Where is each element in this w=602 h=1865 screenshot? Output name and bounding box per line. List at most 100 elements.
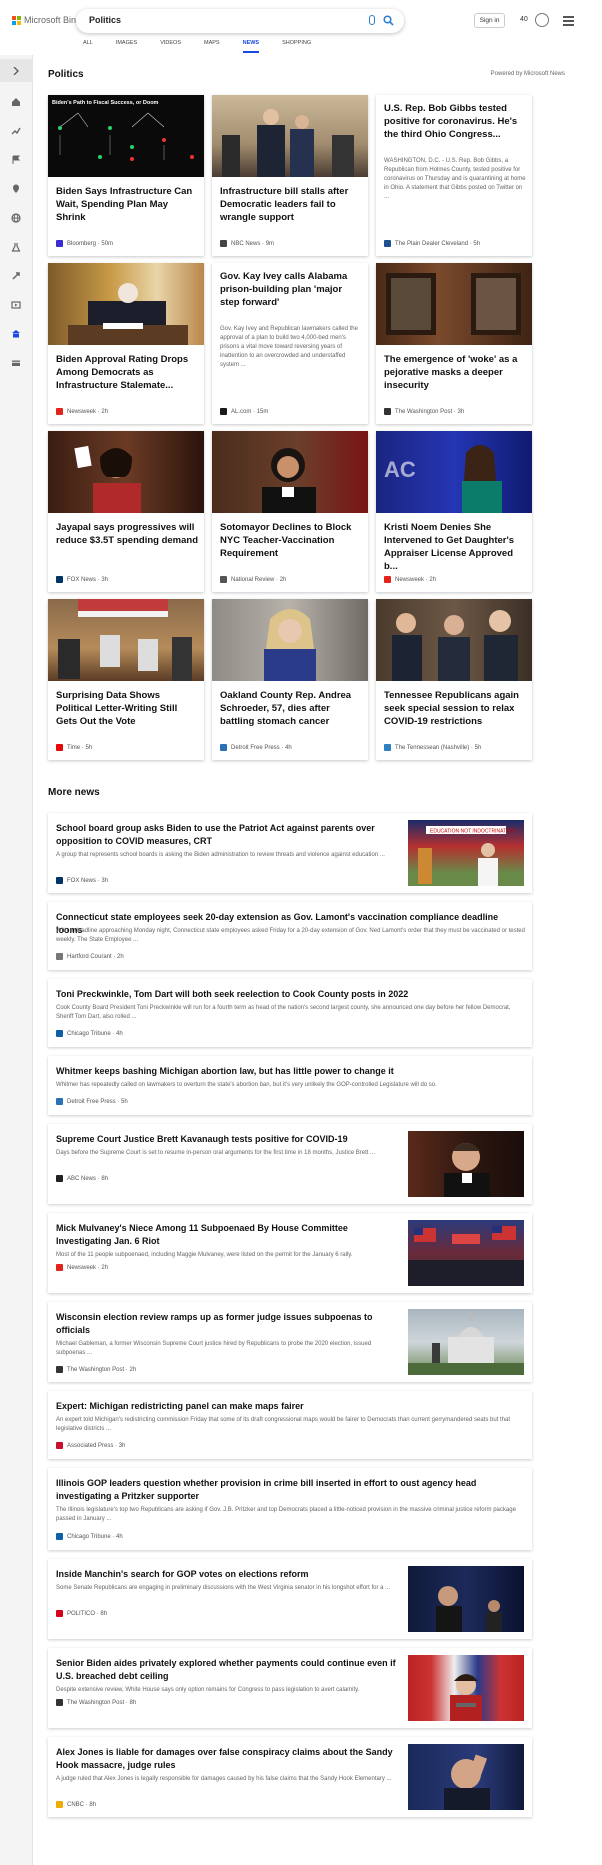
card-title[interactable]: Biden Says Infrastructure Can Wait, Spen… bbox=[56, 185, 198, 224]
rewards-count[interactable]: 40 bbox=[520, 16, 528, 23]
item-title[interactable]: Whitmer keeps bashing Michigan abortion … bbox=[56, 1065, 526, 1078]
news-card[interactable]: Oakland County Rep. Andrea Schroeder, 57… bbox=[212, 599, 368, 760]
card-title[interactable]: The emergence of 'woke' as a pejorative … bbox=[384, 353, 526, 392]
item-title[interactable]: Supreme Court Justice Brett Kavanaugh te… bbox=[56, 1133, 396, 1146]
search-box[interactable]: Politics bbox=[76, 9, 404, 33]
item-source[interactable]: POLITICO · 8h bbox=[56, 1610, 107, 1617]
globe-icon[interactable] bbox=[11, 213, 21, 223]
item-source[interactable]: Detroit Free Press · 5h bbox=[56, 1098, 128, 1105]
card-source[interactable]: The Washington Post · 3h bbox=[384, 408, 464, 415]
item-source[interactable]: Chicago Tribune · 4h bbox=[56, 1533, 123, 1540]
card-source[interactable]: Detroit Free Press · 4h bbox=[220, 744, 292, 751]
tab-shopping[interactable]: SHOPPING bbox=[282, 40, 311, 53]
card-title[interactable]: Gov. Kay Ivey calls Alabama prison-build… bbox=[220, 270, 362, 309]
card-source[interactable]: Newsweek · 2h bbox=[384, 576, 436, 583]
card-source[interactable]: NBC News · 9m bbox=[220, 240, 274, 247]
news-card[interactable]: Biden's Path to Fiscal Success, or Doom … bbox=[48, 95, 204, 256]
item-source[interactable]: Newsweek · 2h bbox=[56, 1264, 108, 1271]
more-news-item[interactable]: Toni Preckwinkle, Tom Dart will both see… bbox=[48, 979, 532, 1047]
card-source[interactable]: National Review · 2h bbox=[220, 576, 286, 583]
news-card[interactable]: U.S. Rep. Bob Gibbs tested positive for … bbox=[376, 95, 532, 256]
item-source[interactable]: The Washington Post · 8h bbox=[56, 1699, 136, 1706]
more-news-item[interactable]: Inside Manchin's search for GOP votes on… bbox=[48, 1559, 532, 1639]
tab-all[interactable]: ALL bbox=[83, 40, 93, 53]
card-title[interactable]: Oakland County Rep. Andrea Schroeder, 57… bbox=[220, 689, 362, 728]
news-card[interactable]: Gov. Kay Ivey calls Alabama prison-build… bbox=[212, 263, 368, 424]
card-source[interactable]: Newsweek · 2h bbox=[56, 408, 108, 415]
news-card[interactable]: Sotomayor Declines to Block NYC Teacher-… bbox=[212, 431, 368, 592]
search-icon[interactable] bbox=[383, 15, 394, 26]
card-source[interactable]: AL.com · 15m bbox=[220, 408, 268, 415]
microphone-icon[interactable] bbox=[369, 15, 375, 25]
item-source[interactable]: FOX News · 3h bbox=[56, 877, 108, 884]
flag-icon[interactable] bbox=[11, 155, 21, 165]
more-news-item[interactable]: Supreme Court Justice Brett Kavanaugh te… bbox=[48, 1124, 532, 1204]
item-title[interactable]: Wisconsin election review ramps up as fo… bbox=[56, 1311, 376, 1337]
powered-by-label[interactable]: Powered by Microsoft News bbox=[491, 71, 565, 77]
tab-images[interactable]: IMAGES bbox=[116, 40, 137, 53]
item-source[interactable]: ABC News · 8h bbox=[56, 1175, 108, 1182]
trending-icon[interactable] bbox=[11, 126, 21, 136]
tab-videos[interactable]: VIDEOS bbox=[160, 40, 181, 53]
news-card[interactable]: AC Kristi Noem Denies She Intervened to … bbox=[376, 431, 532, 592]
location-icon[interactable] bbox=[11, 184, 21, 194]
bing-logo[interactable]: Microsoft Bing bbox=[12, 15, 81, 25]
item-source[interactable]: The Washington Post · 2h bbox=[56, 1366, 136, 1373]
more-news-item[interactable]: Alex Jones is liable for damages over fa… bbox=[48, 1737, 532, 1817]
card-source[interactable]: Bloomberg · 50m bbox=[56, 240, 113, 247]
item-title[interactable]: Mick Mulvaney's Niece Among 11 Subpoenae… bbox=[56, 1222, 376, 1248]
menu-icon[interactable] bbox=[563, 16, 574, 28]
news-card[interactable]: Surprising Data Shows Political Letter-W… bbox=[48, 599, 204, 760]
source-logo-icon bbox=[384, 240, 391, 247]
rocket-icon[interactable] bbox=[11, 271, 21, 281]
card-source[interactable]: Time · 5h bbox=[56, 744, 92, 751]
item-title[interactable]: Inside Manchin's search for GOP votes on… bbox=[56, 1568, 396, 1581]
news-card[interactable]: Infrastructure bill stalls after Democra… bbox=[212, 95, 368, 256]
item-source[interactable]: Hartford Courant · 2h bbox=[56, 953, 124, 960]
card-title[interactable]: Sotomayor Declines to Block NYC Teacher-… bbox=[220, 521, 362, 560]
item-title[interactable]: Toni Preckwinkle, Tom Dart will both see… bbox=[56, 988, 526, 1001]
science-icon[interactable] bbox=[11, 242, 21, 252]
item-source[interactable]: CNBC · 8h bbox=[56, 1801, 96, 1808]
card-source[interactable]: The Tennessean (Nashville) · 5h bbox=[384, 744, 481, 751]
home-icon[interactable] bbox=[11, 97, 21, 107]
card-title[interactable]: U.S. Rep. Bob Gibbs tested positive for … bbox=[384, 102, 526, 141]
more-news-item[interactable]: Expert: Michigan redistricting panel can… bbox=[48, 1391, 532, 1459]
card-title[interactable]: Biden Approval Rating Drops Among Democr… bbox=[56, 353, 198, 392]
news-card[interactable]: Biden Approval Rating Drops Among Democr… bbox=[48, 263, 204, 424]
search-input[interactable]: Politics bbox=[89, 15, 121, 25]
card-title[interactable]: Jayapal says progressives will reduce $3… bbox=[56, 521, 198, 547]
more-news-item[interactable]: Illinois GOP leaders question whether pr… bbox=[48, 1468, 532, 1550]
item-title[interactable]: School board group asks Biden to use the… bbox=[56, 822, 396, 848]
card-source[interactable]: FOX News · 3h bbox=[56, 576, 108, 583]
video-icon[interactable] bbox=[11, 300, 21, 310]
tab-maps[interactable]: MAPS bbox=[204, 40, 220, 53]
more-news-item[interactable]: Connecticut state employees seek 20-day … bbox=[48, 902, 532, 970]
more-news-item[interactable]: Mick Mulvaney's Niece Among 11 Subpoenae… bbox=[48, 1213, 532, 1293]
card-title[interactable]: Tennessee Republicans again seek special… bbox=[384, 689, 526, 728]
news-card[interactable]: Jayapal says progressives will reduce $3… bbox=[48, 431, 204, 592]
more-news-item[interactable]: Whitmer keeps bashing Michigan abortion … bbox=[48, 1056, 532, 1115]
card-icon[interactable] bbox=[11, 358, 21, 368]
card-source[interactable]: The Plain Dealer Cleveland · 5h bbox=[384, 240, 480, 247]
rewards-icon[interactable] bbox=[535, 13, 549, 27]
item-source[interactable]: Chicago Tribune · 4h bbox=[56, 1030, 123, 1037]
sign-in-button[interactable]: Sign in bbox=[474, 13, 505, 28]
item-source[interactable]: Associated Press · 3h bbox=[56, 1442, 125, 1449]
news-card[interactable]: Tennessee Republicans again seek special… bbox=[376, 599, 532, 760]
more-news-item[interactable]: School board group asks Biden to use the… bbox=[48, 813, 532, 893]
item-title[interactable]: Expert: Michigan redistricting panel can… bbox=[56, 1400, 526, 1413]
tab-news[interactable]: NEWS bbox=[242, 40, 260, 53]
card-title[interactable]: Infrastructure bill stalls after Democra… bbox=[220, 185, 362, 224]
item-title[interactable]: Alex Jones is liable for damages over fa… bbox=[56, 1746, 396, 1772]
sidebar-arrow-item[interactable] bbox=[0, 59, 33, 82]
card-title[interactable]: Kristi Noem Denies She Intervened to Get… bbox=[384, 521, 526, 573]
item-title[interactable]: Senior Biden aides privately explored wh… bbox=[56, 1657, 396, 1683]
more-news-item[interactable]: Wisconsin election review ramps up as fo… bbox=[48, 1302, 532, 1382]
government-icon[interactable] bbox=[11, 329, 21, 339]
more-news-item[interactable]: Senior Biden aides privately explored wh… bbox=[48, 1648, 532, 1728]
news-card[interactable]: The emergence of 'woke' as a pejorative … bbox=[376, 263, 532, 424]
item-title[interactable]: Illinois GOP leaders question whether pr… bbox=[56, 1477, 526, 1503]
source-name: Newsweek bbox=[395, 576, 425, 583]
card-title[interactable]: Surprising Data Shows Political Letter-W… bbox=[56, 689, 198, 728]
